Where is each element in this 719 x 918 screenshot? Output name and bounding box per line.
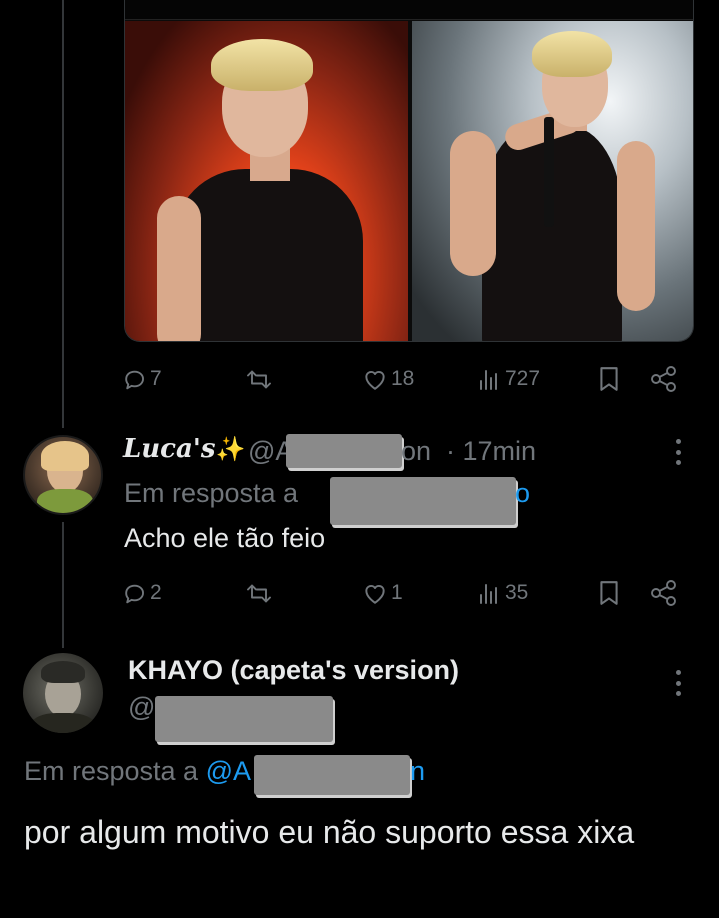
redaction-box <box>286 434 402 468</box>
retweet-button[interactable] <box>244 364 274 394</box>
more-icon[interactable] <box>676 439 682 465</box>
reply-count: 7 <box>150 367 162 390</box>
views-count: 35 <box>505 581 529 604</box>
bookmark-icon <box>598 580 620 606</box>
reply-button[interactable]: 7 <box>122 364 162 394</box>
more-icon[interactable] <box>676 670 682 696</box>
reply-to-line: Em resposta a @A <box>24 756 252 786</box>
share-button[interactable] <box>650 364 678 394</box>
user-handle-start[interactable]: @ <box>128 692 155 723</box>
sparkles-icon: ✨ <box>215 434 246 463</box>
reply-text: Acho ele tão feio <box>124 523 326 553</box>
reply-icon <box>122 367 147 392</box>
reply-text: por algum motivo eu não suporto essa xix… <box>24 814 635 850</box>
redaction-box <box>330 477 516 525</box>
figure-left <box>125 21 408 341</box>
post-action-bar: 7 18 727 <box>122 364 682 394</box>
reply-to-handle-end[interactable]: o <box>515 478 530 509</box>
views-count: 727 <box>505 367 541 390</box>
display-name[interactable]: KHAYO (capeta's version) <box>128 655 459 686</box>
views-button[interactable]: 35 <box>478 578 528 608</box>
thread-line-middle <box>62 522 64 648</box>
thread-line-top <box>62 0 64 428</box>
photo-left[interactable] <box>125 21 408 341</box>
bookmark-icon <box>598 366 620 392</box>
like-button[interactable]: 1 <box>362 578 403 608</box>
redaction-box <box>254 755 410 795</box>
figure-right <box>412 21 693 341</box>
views-button[interactable]: 727 <box>478 364 540 394</box>
photo-right[interactable] <box>412 21 693 341</box>
share-icon <box>650 580 678 606</box>
avatar[interactable] <box>23 435 103 515</box>
reply-count: 2 <box>150 581 162 604</box>
reply-to-line: Em resposta a <box>124 478 299 508</box>
avatar[interactable] <box>23 653 103 733</box>
like-count: 18 <box>391 367 415 390</box>
retweet-icon <box>244 367 274 392</box>
media-top-strip <box>125 0 693 20</box>
reply-to-handle-end[interactable]: n <box>410 756 425 787</box>
bookmark-button[interactable] <box>598 364 620 394</box>
reply-icon <box>122 581 147 606</box>
like-icon <box>362 367 388 391</box>
views-icon <box>478 581 502 605</box>
bookmark-button[interactable] <box>598 578 620 608</box>
timestamp[interactable]: · 17min <box>446 436 536 467</box>
media-grid <box>124 0 694 342</box>
user-handle-end[interactable]: on <box>401 436 431 467</box>
views-icon <box>478 367 502 391</box>
like-button[interactable]: 18 <box>362 364 414 394</box>
like-icon <box>362 581 388 605</box>
retweet-icon <box>244 581 274 606</box>
share-icon <box>650 366 678 392</box>
share-button[interactable] <box>650 578 678 608</box>
reply-action-bar: 2 1 35 <box>122 578 682 608</box>
retweet-button[interactable] <box>244 578 274 608</box>
redaction-box <box>155 696 333 742</box>
like-count: 1 <box>391 581 403 604</box>
reply-button[interactable]: 2 <box>122 578 162 608</box>
display-name[interactable]: Luca's✨ <box>123 434 245 464</box>
